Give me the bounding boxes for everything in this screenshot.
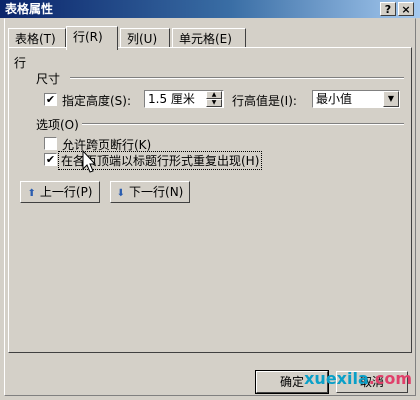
height-spinner[interactable]: ▲ ▼ <box>206 91 222 107</box>
close-button[interactable]: × <box>398 2 414 16</box>
row-height-is-label: 行高值是(I): <box>232 94 297 108</box>
height-value: 1.5 厘米 <box>148 92 195 106</box>
window-title: 表格属性 <box>5 2 54 16</box>
chevron-down-icon[interactable]: ▼ <box>383 91 399 107</box>
tab-table[interactable]: 表格(T) <box>8 28 66 48</box>
options-separator <box>82 123 404 125</box>
repeat-header-checkbox[interactable]: ✔ <box>44 153 57 166</box>
size-separator <box>70 77 404 79</box>
prev-row-label: 上一行(P) <box>39 185 93 199</box>
specify-height-label: 指定高度(S): <box>62 94 132 108</box>
next-row-label: 下一行(N) <box>129 185 184 199</box>
row-height-is-value: 最小值 <box>316 92 353 106</box>
spin-down-icon[interactable]: ▼ <box>206 99 222 107</box>
options-group-label: 选项(O) <box>36 118 79 132</box>
next-row-button[interactable]: ⬇ 下一行(N) <box>110 181 190 203</box>
allow-break-checkbox[interactable] <box>44 137 57 150</box>
arrow-up-icon: ⬆ <box>27 188 36 199</box>
help-button[interactable]: ? <box>380 2 396 16</box>
watermark-logo: xuexila.com <box>304 369 412 388</box>
mouse-cursor-icon <box>82 150 97 173</box>
specify-height-checkbox[interactable]: ✔ <box>44 93 57 106</box>
watermark-main: xuexila <box>304 369 369 388</box>
watermark-tld: com <box>374 369 412 388</box>
spin-up-icon[interactable]: ▲ <box>206 91 222 99</box>
check-mark: ✔ <box>45 93 56 106</box>
size-group-label: 尺寸 <box>36 72 61 86</box>
tab-column[interactable]: 列(U) <box>120 28 170 48</box>
arrow-down-icon: ⬇ <box>116 188 126 199</box>
check-mark: ✔ <box>45 153 56 166</box>
prev-row-button[interactable]: ⬆ 上一行(P) <box>20 181 100 203</box>
title-bar: 表格属性 ? × <box>0 0 420 18</box>
tab-row[interactable]: 行(R) <box>66 26 118 50</box>
section-title-row: 行 <box>14 56 27 70</box>
tab-cell[interactable]: 单元格(E) <box>172 28 246 48</box>
